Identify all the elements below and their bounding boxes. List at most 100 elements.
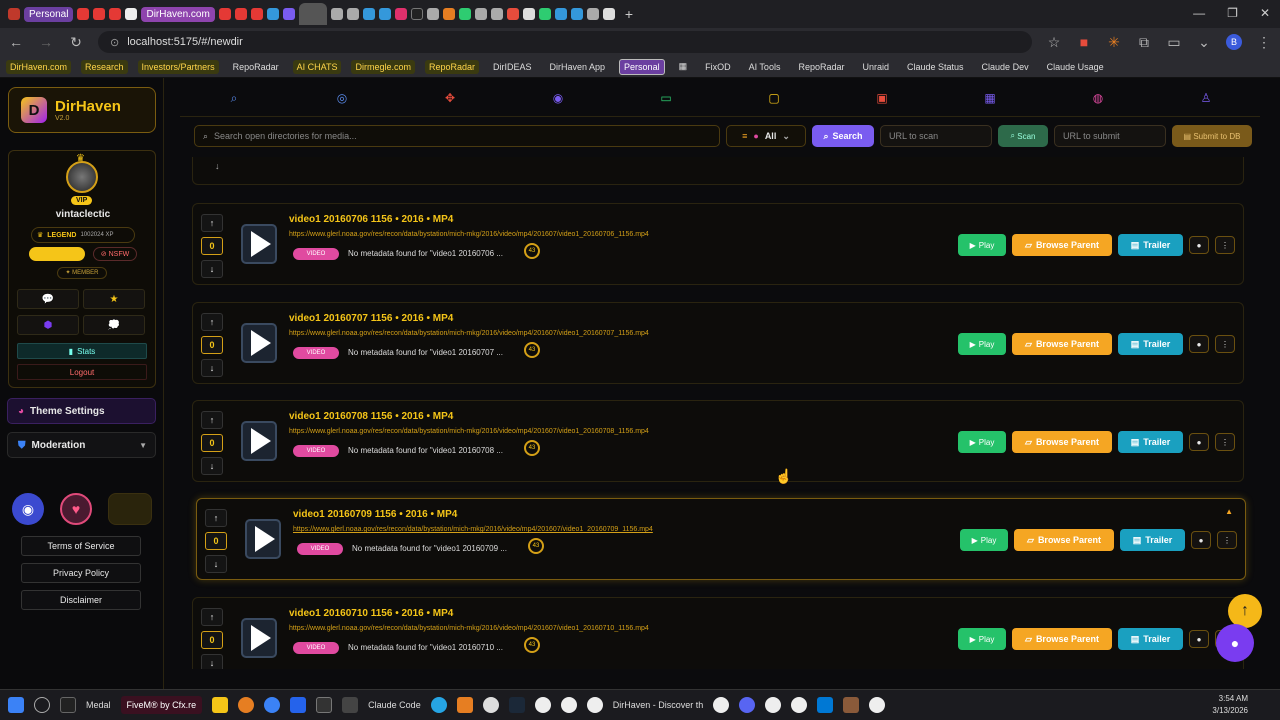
- youtube-tab-icon[interactable]: [109, 8, 122, 20]
- bookmark-reporadar-2[interactable]: RepoRadar: [424, 59, 479, 74]
- result-title[interactable]: video1 20160708 1156 • 2016 • MP4: [289, 411, 453, 422]
- logout-button[interactable]: Logout: [17, 364, 147, 380]
- upvote-button[interactable]: ↑: [201, 214, 223, 232]
- gold-badge[interactable]: [108, 493, 152, 525]
- github-tab-icon[interactable]: [346, 8, 359, 20]
- instagram-tab-icon[interactable]: [394, 8, 407, 20]
- result-url[interactable]: https://www.glerl.noaa.gov/res/recon/dat…: [293, 526, 653, 533]
- site-tab-icon[interactable]: [506, 8, 519, 20]
- site-tab-icon[interactable]: [282, 8, 295, 20]
- video-thumbnail[interactable]: [241, 421, 277, 461]
- browse-parent-button[interactable]: ▱ Browse Parent: [1012, 628, 1112, 650]
- minimize-icon[interactable]: —: [1193, 6, 1205, 20]
- result-title[interactable]: video1 20160707 1156 • 2016 • MP4: [289, 313, 453, 324]
- site-tab-icon[interactable]: [426, 8, 439, 20]
- telegram-icon[interactable]: [430, 697, 447, 713]
- upvote-button[interactable]: ↑: [201, 313, 223, 331]
- search-icon[interactable]: [34, 697, 50, 713]
- comment-button[interactable]: ●: [1189, 236, 1209, 254]
- submit-url-input[interactable]: URL to submit: [1054, 125, 1166, 147]
- more-options-button[interactable]: ⋮: [1215, 335, 1235, 353]
- terms-link[interactable]: Terms of Service: [21, 536, 141, 556]
- more-options-button[interactable]: ⋮: [1215, 433, 1235, 451]
- folder-icon[interactable]: [212, 697, 229, 713]
- chrome-tab-icon[interactable]: [602, 8, 615, 20]
- browse-parent-button[interactable]: ▱ Browse Parent: [1012, 234, 1112, 256]
- comment-button[interactable]: ●: [1191, 531, 1211, 549]
- youtube-tab-icon[interactable]: [218, 8, 231, 20]
- heart-icon[interactable]: ♥: [60, 493, 92, 525]
- play-button[interactable]: ▶ Play: [958, 234, 1006, 256]
- taskbar-fivem[interactable]: FiveM® by Cfx.re: [120, 696, 203, 714]
- youtube-tab-icon[interactable]: [77, 8, 90, 20]
- downvote-button[interactable]: ↓: [201, 654, 223, 669]
- app-logo[interactable]: D DirHaven V2.0: [8, 87, 156, 133]
- tab-search-icon[interactable]: ⌄: [1196, 34, 1212, 51]
- discord-icon[interactable]: [739, 697, 756, 713]
- downvote-button[interactable]: ↓: [201, 457, 223, 475]
- chrome-icon[interactable]: [791, 697, 808, 713]
- discord-icon[interactable]: ◉: [12, 493, 44, 525]
- browse-parent-button[interactable]: ▱ Browse Parent: [1014, 529, 1114, 551]
- video-thumbnail[interactable]: [245, 519, 281, 559]
- site-tab-icon[interactable]: [266, 8, 279, 20]
- comment-button[interactable]: ●: [1189, 433, 1209, 451]
- site-tab-icon[interactable]: [522, 8, 535, 20]
- comment-button[interactable]: ●: [1189, 630, 1209, 648]
- scroll-to-top-button[interactable]: ↑: [1228, 594, 1262, 628]
- downvote-button[interactable]: ↓: [201, 260, 223, 278]
- video-thumbnail[interactable]: [241, 323, 277, 363]
- site-tab-icon[interactable]: [490, 8, 503, 20]
- system-clock[interactable]: 3:54 AM 3/13/2026: [1212, 693, 1248, 717]
- video-icon[interactable]: ▣: [872, 91, 892, 105]
- steam-icon[interactable]: [508, 697, 525, 713]
- comments-button[interactable]: 💭: [83, 315, 145, 335]
- search-button[interactable]: ⌕ Search: [812, 125, 874, 147]
- youtube-tab-icon[interactable]: [234, 8, 247, 20]
- target-icon[interactable]: ◉: [548, 91, 568, 105]
- privacy-link[interactable]: Privacy Policy: [21, 563, 141, 583]
- vote-down-icon[interactable]: ↓: [215, 161, 220, 171]
- new-tab-icon[interactable]: +: [625, 6, 633, 22]
- scan-url-input[interactable]: URL to scan: [880, 125, 992, 147]
- reload-icon[interactable]: ↻: [68, 34, 84, 51]
- avatar[interactable]: [66, 161, 98, 193]
- search-icon[interactable]: ⌕: [224, 91, 244, 106]
- chrome-icon[interactable]: [765, 697, 782, 713]
- tv-icon[interactable]: ▢: [764, 91, 784, 105]
- bookmark-ai-chats[interactable]: AI CHATS: [292, 59, 342, 74]
- browse-parent-button[interactable]: ▱ Browse Parent: [1012, 431, 1112, 453]
- play-button[interactable]: ▶ Play: [958, 431, 1006, 453]
- user-icon[interactable]: ♙: [1196, 91, 1216, 105]
- comment-button[interactable]: ●: [1189, 335, 1209, 353]
- site-info-icon[interactable]: ⊙: [110, 36, 119, 49]
- close-icon[interactable]: ✕: [1260, 6, 1270, 20]
- bookmark-reporadar-3[interactable]: RepoRadar: [794, 60, 848, 74]
- result-url[interactable]: https://www.glerl.noaa.gov/res/recon/dat…: [289, 231, 649, 238]
- messages-button[interactable]: 💬: [17, 289, 79, 309]
- youtube-tab-icon[interactable]: [250, 8, 263, 20]
- profile-avatar[interactable]: B: [1226, 34, 1242, 50]
- video-thumbnail[interactable]: [241, 224, 277, 264]
- bookmark-star-icon[interactable]: ☆: [1046, 34, 1062, 51]
- chrome-tab-icon[interactable]: [125, 8, 138, 20]
- upvote-button[interactable]: ↑: [201, 608, 223, 626]
- chrome-icon[interactable]: [869, 697, 886, 713]
- browse-parent-button[interactable]: ▱ Browse Parent: [1012, 333, 1112, 355]
- disclaimer-link[interactable]: Disclaimer: [21, 590, 141, 610]
- forward-icon[interactable]: →: [38, 34, 54, 50]
- bookmark-claude-status[interactable]: Claude Status: [903, 60, 968, 74]
- terminal-icon[interactable]: [316, 697, 333, 713]
- github-tab-icon[interactable]: [330, 8, 343, 20]
- url-field[interactable]: ⊙ localhost:5175/#/newdir: [98, 31, 1032, 53]
- firefox-icon[interactable]: [238, 697, 255, 713]
- chrome-icon[interactable]: [713, 697, 730, 713]
- vscode-icon[interactable]: [817, 697, 834, 713]
- collapse-caret-icon[interactable]: ▲: [1225, 507, 1233, 516]
- windows-start-icon[interactable]: [8, 697, 24, 713]
- play-button[interactable]: ▶ Play: [958, 333, 1006, 355]
- bookmark-dirhaven-app[interactable]: DirHaven App: [546, 60, 610, 74]
- tiktok-tab-icon[interactable]: [410, 8, 423, 20]
- more-options-button[interactable]: ⋮: [1217, 531, 1237, 549]
- nsfw-toggle[interactable]: ⊘ NSFW: [93, 247, 137, 261]
